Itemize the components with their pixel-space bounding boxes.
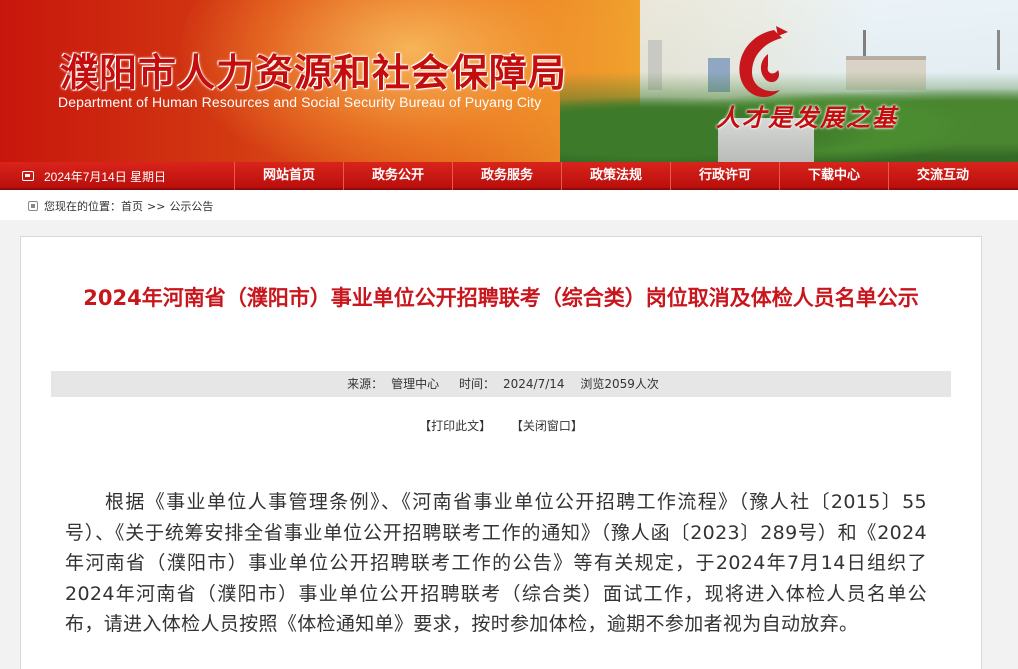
current-date: 2024年7月14日 星期日 xyxy=(44,169,167,184)
site-title: 濮阳市人力资源和社会保障局 xyxy=(60,50,568,95)
breadcrumb-current-link[interactable]: 公示公告 xyxy=(169,198,213,214)
location-icon xyxy=(28,201,38,211)
nav-item-administrative-license[interactable]: 行政许可 xyxy=(670,162,779,190)
meta-source-label: 来源： xyxy=(347,377,384,391)
meta-views: 浏览2059人次 xyxy=(580,377,659,391)
article-meta: 来源： 管理中心 时间： 2024/7/14 浏览2059人次 xyxy=(51,371,951,397)
nav-item-government-services[interactable]: 政务服务 xyxy=(452,162,561,190)
main-nav: 2024年7月14日 星期日 网站首页 政务公开 政务服务 政策法规 行政许可 … xyxy=(0,162,1018,190)
date-display: 2024年7月14日 星期日 xyxy=(22,162,166,190)
site-title-english: Department of Human Resources and Social… xyxy=(58,94,542,110)
article-body: 根据《事业单位人事管理条例》、《河南省事业单位公开招聘工作流程》（豫人社〔201… xyxy=(65,491,927,635)
nav-item-home[interactable]: 网站首页 xyxy=(234,162,343,190)
article-tools: 【打印此文】 【关闭窗口】 xyxy=(51,417,951,434)
meta-source: 管理中心 xyxy=(391,377,440,391)
nav-item-interaction[interactable]: 交流互动 xyxy=(888,162,997,190)
breadcrumb-prefix: 您现在的位置： xyxy=(44,200,121,213)
calendar-icon xyxy=(22,171,34,181)
nav-item-policies[interactable]: 政策法规 xyxy=(561,162,670,190)
nav-menu: 网站首页 政务公开 政务服务 政策法规 行政许可 下载中心 交流互动 xyxy=(234,162,997,190)
close-window-link[interactable]: 【关闭窗口】 xyxy=(511,419,583,433)
article-title: 2024年河南省（濮阳市）事业单位公开招聘联考（综合类）岗位取消及体检人员名单公… xyxy=(83,286,919,310)
nav-item-downloads[interactable]: 下载中心 xyxy=(779,162,888,190)
header-banner: 濮阳市人力资源和社会保障局 Department of Human Resour… xyxy=(0,0,1018,162)
page: 濮阳市人力资源和社会保障局 Department of Human Resour… xyxy=(0,0,1018,669)
meta-time-label: 时间： xyxy=(458,377,495,391)
print-article-link[interactable]: 【打印此文】 xyxy=(419,419,491,433)
meta-time: 2024/7/14 xyxy=(502,377,565,391)
banner-mast-right xyxy=(997,30,1000,70)
article-panel: 2024年河南省（濮阳市）事业单位公开招聘联考（综合类）岗位取消及体检人员名单公… xyxy=(20,236,982,669)
banner-slogan: 人才是发展之基 xyxy=(716,103,898,132)
nav-item-government-affairs[interactable]: 政务公开 xyxy=(343,162,452,190)
breadcrumb: 您现在的位置： 首页 >> 公示公告 xyxy=(0,192,1018,220)
breadcrumb-home-link[interactable]: 首页 xyxy=(121,198,143,214)
breadcrumb-separator: >> xyxy=(147,199,166,213)
